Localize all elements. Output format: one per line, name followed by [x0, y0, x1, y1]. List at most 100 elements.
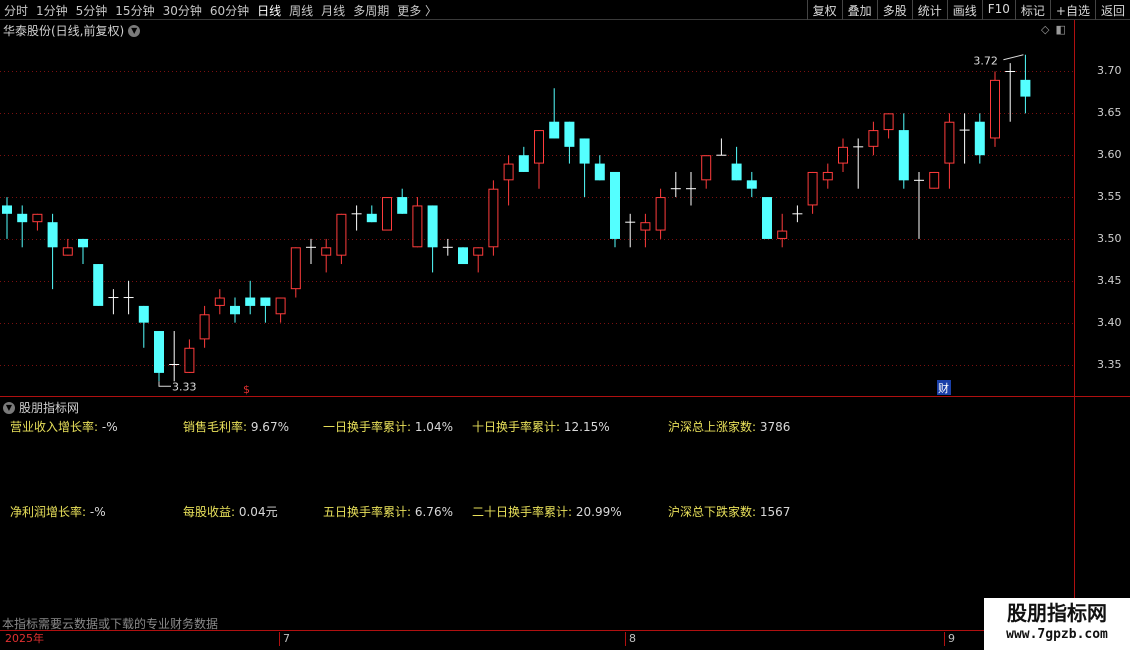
candle[interactable] [351, 205, 362, 231]
candle[interactable] [412, 197, 423, 248]
candle[interactable] [93, 264, 104, 306]
candle[interactable] [458, 247, 468, 265]
candle[interactable] [230, 297, 240, 323]
candle[interactable] [944, 113, 955, 189]
candle[interactable] [214, 289, 225, 315]
period-tab[interactable]: 更多 〉 [397, 2, 437, 19]
candle[interactable] [62, 238, 73, 256]
candle[interactable] [822, 163, 833, 189]
candle[interactable] [640, 213, 651, 248]
candle[interactable] [154, 331, 164, 382]
candle[interactable] [594, 155, 605, 181]
candle[interactable] [868, 121, 879, 156]
indicator-panel-title[interactable]: ▼ 股朋指标网 [3, 399, 79, 416]
candle-body [47, 222, 58, 248]
indicator-value: 12.15% [560, 420, 610, 434]
toolbar-button[interactable]: 多股 [876, 0, 912, 20]
candle[interactable] [686, 171, 696, 206]
period-tab[interactable]: 周线 [289, 2, 313, 19]
candle[interactable] [746, 171, 757, 198]
candle[interactable] [792, 205, 803, 223]
candle[interactable] [610, 171, 620, 248]
toolbar-button[interactable]: 叠加 [841, 0, 877, 20]
candle[interactable] [579, 138, 590, 198]
candle[interactable] [564, 121, 575, 164]
chevron-down-icon[interactable]: ▼ [3, 401, 15, 414]
candle[interactable] [929, 171, 940, 189]
candle[interactable] [731, 146, 742, 181]
toolbar-button[interactable]: 标记 [1014, 0, 1050, 20]
candle[interactable] [123, 280, 134, 315]
candle[interactable] [78, 238, 88, 265]
candle[interactable] [1020, 54, 1031, 114]
candle[interactable] [427, 205, 438, 273]
candle[interactable] [777, 213, 788, 248]
candle[interactable] [1005, 63, 1016, 122]
candle[interactable] [2, 197, 12, 239]
candle[interactable] [655, 188, 666, 239]
candle[interactable] [518, 146, 529, 172]
candle[interactable] [382, 197, 392, 231]
toolbar-button[interactable]: F10 [981, 0, 1015, 20]
diamond-icon[interactable]: ◇ [1041, 23, 1049, 36]
candle[interactable] [853, 138, 864, 189]
candle[interactable] [260, 297, 271, 323]
period-tab[interactable]: 月线 [321, 2, 345, 19]
period-tab[interactable]: 日线 [257, 2, 281, 19]
candle[interactable] [838, 138, 848, 172]
candle[interactable] [184, 339, 195, 373]
main-chart-title[interactable]: 华泰股份(日线,前复权) ▼ [3, 22, 141, 39]
candle[interactable] [807, 171, 818, 214]
candle[interactable] [473, 247, 484, 273]
toolbar-button[interactable]: 画线 [946, 0, 982, 20]
candle[interactable] [245, 280, 256, 315]
candle[interactable] [959, 113, 970, 164]
candle[interactable] [442, 238, 453, 256]
candle[interactable] [974, 113, 985, 164]
event-marker-s[interactable]: $ [243, 383, 250, 396]
candle[interactable] [47, 213, 58, 290]
candle[interactable] [321, 238, 332, 273]
candle[interactable] [488, 180, 499, 256]
candle[interactable] [883, 113, 894, 139]
candle[interactable] [306, 238, 316, 265]
candlestick-chart[interactable]: 3.72 3.33 $ 财 [0, 38, 1074, 398]
candle[interactable] [503, 155, 514, 206]
period-tab[interactable]: 60分钟 [210, 2, 249, 19]
period-tab[interactable]: 分时 [4, 2, 28, 19]
candle[interactable] [625, 213, 636, 248]
toolbar-button[interactable]: 返回 [1094, 0, 1130, 20]
period-tab[interactable]: 15分钟 [115, 2, 154, 19]
candle[interactable] [275, 297, 286, 323]
candle[interactable] [701, 155, 712, 189]
candle[interactable] [290, 247, 301, 298]
period-tab[interactable]: 多周期 [353, 2, 389, 19]
candle[interactable] [397, 188, 408, 214]
candle[interactable] [366, 205, 377, 223]
toolbar-button[interactable]: 统计 [911, 0, 947, 20]
candle[interactable] [990, 71, 1000, 147]
candle[interactable] [138, 305, 149, 348]
toolbar-button[interactable]: 复权 [806, 0, 842, 20]
chevron-down-icon[interactable]: ▼ [128, 24, 141, 37]
period-tab[interactable]: 5分钟 [76, 2, 108, 19]
candle[interactable] [914, 171, 924, 239]
candle[interactable] [199, 305, 210, 348]
candle-body [199, 314, 210, 340]
candle[interactable] [898, 113, 909, 189]
window-toggle-icon[interactable]: ◧ [1055, 23, 1065, 36]
period-tab[interactable]: 30分钟 [163, 2, 202, 19]
candle[interactable] [534, 130, 544, 189]
candle[interactable] [762, 197, 772, 239]
candle[interactable] [670, 171, 681, 198]
period-tab[interactable]: 1分钟 [36, 2, 68, 19]
candle[interactable] [549, 88, 560, 139]
candle[interactable] [32, 213, 43, 231]
candle[interactable] [336, 213, 347, 265]
toolbar-button[interactable]: +自选 [1049, 0, 1095, 20]
candle[interactable] [17, 205, 28, 248]
candle[interactable] [169, 331, 180, 382]
candle[interactable] [716, 138, 727, 156]
candle[interactable] [108, 289, 119, 315]
candle-body [762, 197, 772, 239]
